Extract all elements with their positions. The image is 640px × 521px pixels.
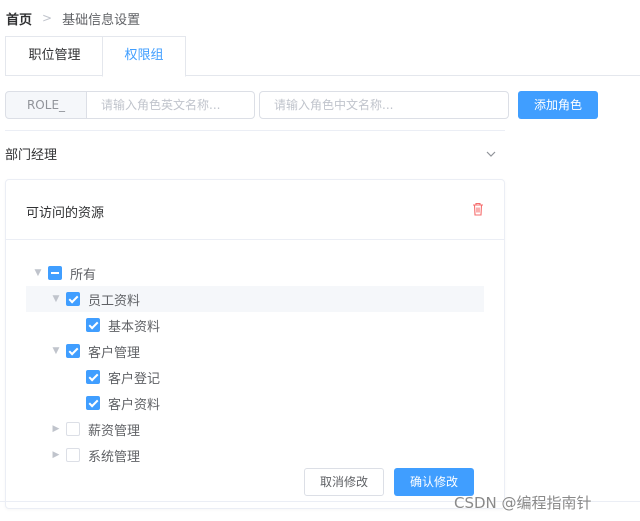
role-chinese-name-input[interactable]: 请输入角色中文名称... <box>259 91 509 119</box>
checkbox-unchecked[interactable] <box>66 422 80 436</box>
tab-permission-group[interactable]: 权限组 <box>102 36 186 77</box>
checkbox-checked[interactable] <box>86 318 100 332</box>
tab-bar: 职位管理 权限组 <box>5 36 640 77</box>
tree-node-label: 客户资料 <box>108 397 161 413</box>
tree-node-label: 基本资料 <box>108 319 161 335</box>
tree-node-label: 薪资管理 <box>88 423 141 439</box>
tree-node-label: 客户管理 <box>88 345 141 361</box>
checkbox-indeterminate[interactable] <box>48 266 62 280</box>
caret-down-icon[interactable]: ▼ <box>32 267 44 279</box>
checkbox-unchecked[interactable] <box>66 448 80 462</box>
tree-node-basic-info[interactable]: 基本资料 <box>86 312 486 338</box>
chevron-right-icon: > <box>42 11 53 25</box>
caret-down-icon[interactable]: ▼ <box>50 345 62 357</box>
tree-node-label: 客户登记 <box>108 371 161 387</box>
watermark: CSDN @编程指南针 <box>454 494 592 512</box>
tree-node-all[interactable]: ▼ 所有 <box>32 260 492 286</box>
cancel-changes-button[interactable]: 取消修改 <box>304 468 384 496</box>
checkbox-checked[interactable] <box>86 370 100 384</box>
add-role-button[interactable]: 添加角色 <box>518 91 598 119</box>
checkbox-checked[interactable] <box>66 344 80 358</box>
role-english-name-input[interactable]: 请输入角色英文名称... <box>86 91 255 119</box>
checkbox-checked[interactable] <box>86 396 100 410</box>
divider <box>5 130 505 131</box>
tree-node-salary-management[interactable]: ▶ 薪资管理 <box>50 416 480 442</box>
tree-node-label: 员工资料 <box>88 293 141 309</box>
card-title: 可访问的资源 <box>26 206 105 221</box>
tree-node-system-management[interactable]: ▶ 系统管理 <box>50 442 480 468</box>
breadcrumb-current: 基础信息设置 <box>62 12 141 28</box>
tree-node-employee-info[interactable]: ▼ 员工资料 <box>26 286 484 312</box>
caret-right-icon[interactable]: ▶ <box>50 423 62 435</box>
tree-node-label: 所有 <box>70 267 97 283</box>
trash-icon[interactable] <box>470 201 486 217</box>
chevron-down-icon[interactable] <box>485 148 497 160</box>
caret-down-icon[interactable]: ▼ <box>50 293 62 305</box>
breadcrumb: 首页 > 基础信息设置 <box>6 9 141 28</box>
role-prefix-label: ROLE_ <box>5 91 87 119</box>
tab-position-management[interactable]: 职位管理 <box>5 36 103 76</box>
tree-node-customer-info[interactable]: 客户资料 <box>86 390 486 416</box>
tree-node-label: 系统管理 <box>88 449 141 465</box>
card-header: 可访问的资源 <box>6 180 504 240</box>
role-collapse-title[interactable]: 部门经理 <box>5 144 57 163</box>
tree-node-customer-management[interactable]: ▼ 客户管理 <box>50 338 480 364</box>
checkbox-checked[interactable] <box>66 292 80 306</box>
caret-right-icon[interactable]: ▶ <box>50 449 62 461</box>
breadcrumb-home[interactable]: 首页 <box>6 9 32 28</box>
tree-node-customer-registration[interactable]: 客户登记 <box>86 364 486 390</box>
